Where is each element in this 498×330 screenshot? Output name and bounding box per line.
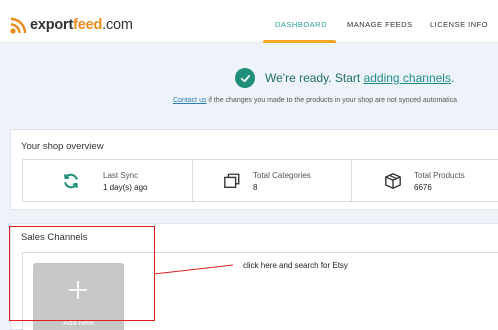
shop-overview-title: Your shop overview: [21, 141, 104, 152]
adding-channels-link[interactable]: adding channels: [364, 71, 451, 85]
check-circle-icon: [235, 68, 255, 88]
last-sync-label: Last Sync: [103, 171, 139, 180]
active-tab-indicator: [263, 40, 336, 43]
total-products-value: 6676: [414, 183, 432, 192]
shop-overview-panel: Your shop overview Last Sync 1 day(s) ag…: [10, 129, 498, 210]
logo-signal-icon: [10, 17, 27, 34]
annotation-note: click here and search for Etsy: [243, 261, 348, 270]
tab-dashboard[interactable]: DASHBOARD: [275, 20, 327, 29]
total-products-label: Total Products: [414, 171, 465, 180]
ready-message: We're ready. Start adding channels.: [265, 71, 455, 85]
total-categories-value: 8: [253, 183, 258, 192]
total-categories-label: Total Categories: [253, 171, 311, 180]
categories-icon: [224, 173, 240, 188]
sync-icon: [64, 173, 78, 189]
sync-help-text: Contact us if the changes you made to th…: [173, 97, 458, 104]
exportfeed-logo[interactable]: exportfeed.com: [9, 15, 133, 35]
contact-us-link[interactable]: Contact us: [173, 97, 206, 104]
top-header: exportfeed.com DASHBOARD MANAGE FEEDS LI…: [0, 0, 498, 43]
stat-divider: [192, 160, 193, 202]
tab-license-info[interactable]: LICENSE INFO: [430, 20, 488, 29]
stats-row: Last Sync 1 day(s) ago Total Categories …: [22, 159, 498, 202]
products-box-icon: [385, 173, 401, 189]
ready-banner: We're ready. Start adding channels.: [235, 68, 454, 88]
stat-divider: [351, 160, 352, 202]
logo-text: exportfeed.com: [30, 17, 133, 33]
last-sync-value: 1 day(s) ago: [103, 183, 148, 192]
tab-manage-feeds[interactable]: MANAGE FEEDS: [347, 20, 413, 29]
annotation-highlight-box: [9, 226, 155, 321]
